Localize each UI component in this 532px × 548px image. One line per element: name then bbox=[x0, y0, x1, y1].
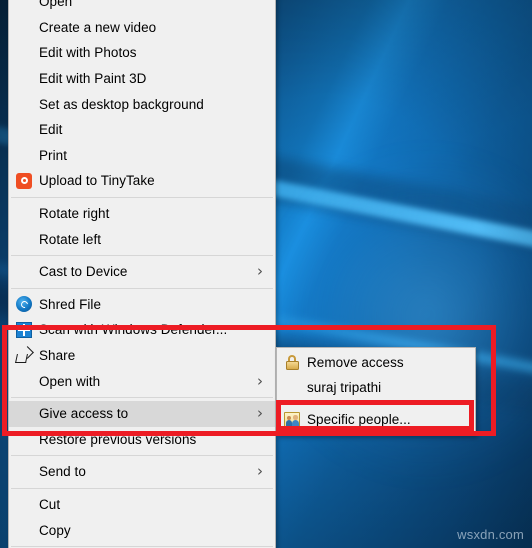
menu-item-label: Restore previous versions bbox=[39, 431, 197, 447]
screen: Open Create a new video Edit with Photos Ed… bbox=[0, 0, 532, 548]
menu-item-label: Shred File bbox=[39, 296, 102, 312]
menu-item-label: Specific people... bbox=[307, 412, 411, 427]
lock-icon-glyph bbox=[285, 355, 299, 370]
menu-separator bbox=[11, 545, 273, 547]
menu-item-rotate-left[interactable]: Rotate left bbox=[9, 226, 275, 252]
menu-separator bbox=[11, 287, 273, 289]
menu-item-copy[interactable]: Copy bbox=[9, 517, 275, 543]
give-access-to-submenu[interactable]: Remove access suraj tripathi Specific peop… bbox=[276, 347, 476, 436]
menu-item-open-with[interactable]: Open with › bbox=[9, 368, 275, 394]
menu-item-label: Rotate left bbox=[39, 231, 102, 247]
menu-item-rotate-right[interactable]: Rotate right bbox=[9, 201, 275, 227]
menu-item-shred-file[interactable]: Shred File bbox=[9, 292, 275, 318]
menu-item-set-as-desktop-background[interactable]: Set as desktop background bbox=[9, 91, 275, 117]
menu-item-label: Cut bbox=[39, 496, 61, 512]
menu-item-upload-to-tinytake[interactable]: Upload to TinyTake bbox=[9, 168, 275, 194]
menu-item-give-access-to[interactable]: Give access to › bbox=[9, 400, 275, 427]
menu-item-label: Give access to bbox=[39, 406, 129, 422]
lock-icon bbox=[277, 355, 307, 370]
share-icon-glyph bbox=[15, 345, 34, 363]
people-icon-glyph bbox=[284, 412, 300, 427]
menu-item-scan-with-windows-defender[interactable]: Scan with Windows Defender... bbox=[9, 317, 275, 343]
tinytake-icon-glyph bbox=[16, 172, 32, 189]
menu-item-label: Copy bbox=[39, 522, 71, 538]
menu-item-cast-to-device[interactable]: Cast to Device › bbox=[9, 259, 275, 285]
menu-item-send-to[interactable]: Send to › bbox=[9, 459, 275, 485]
menu-separator bbox=[11, 254, 273, 256]
menu-item-create-a-new-video[interactable]: Create a new video bbox=[9, 15, 275, 41]
menu-item-label: Open with bbox=[39, 373, 101, 389]
menu-item-label: Upload to TinyTake bbox=[39, 173, 155, 189]
menu-item-label: Print bbox=[39, 147, 68, 163]
chevron-right-icon: › bbox=[257, 371, 263, 390]
menu-item-label: Create a new video bbox=[39, 19, 157, 35]
menu-item-label: Share bbox=[39, 348, 76, 364]
menu-item-label: Open bbox=[39, 0, 73, 10]
menu-item-label: Send to bbox=[39, 464, 86, 480]
menu-item-label: Remove access bbox=[307, 355, 404, 370]
menu-item-label: Edit bbox=[39, 122, 63, 138]
menu-item-edit-with-paint-3d[interactable]: Edit with Paint 3D bbox=[9, 66, 275, 92]
menu-item-suraj-tripathi[interactable]: suraj tripathi bbox=[277, 375, 475, 400]
site-watermark: wsxdn.com bbox=[457, 527, 524, 542]
menu-separator bbox=[11, 487, 273, 489]
menu-item-label: Scan with Windows Defender... bbox=[39, 322, 228, 338]
menu-item-share[interactable]: Share bbox=[9, 343, 275, 369]
menu-item-edit[interactable]: Edit bbox=[9, 117, 275, 143]
menu-item-cut[interactable]: Cut bbox=[9, 492, 275, 518]
chevron-right-icon: › bbox=[257, 462, 263, 481]
menu-item-label: Edit with Paint 3D bbox=[39, 71, 147, 87]
shield-icon bbox=[9, 321, 39, 338]
shred-icon-glyph bbox=[16, 296, 32, 313]
menu-item-label: suraj tripathi bbox=[307, 380, 382, 395]
menu-item-label: Rotate right bbox=[39, 206, 110, 222]
menu-item-label: Edit with Photos bbox=[39, 45, 137, 61]
menu-item-restore-previous-versions[interactable]: Restore previous versions bbox=[9, 427, 275, 453]
chevron-right-icon: › bbox=[257, 404, 263, 423]
menu-item-edit-with-photos[interactable]: Edit with Photos bbox=[9, 40, 275, 66]
menu-item-label: Set as desktop background bbox=[39, 96, 204, 112]
share-icon bbox=[9, 345, 39, 363]
menu-separator bbox=[279, 403, 473, 404]
tinytake-icon bbox=[9, 172, 39, 189]
menu-separator bbox=[11, 196, 273, 198]
menu-separator bbox=[11, 455, 273, 457]
menu-item-specific-people[interactable]: Specific people... bbox=[277, 407, 475, 432]
chevron-right-icon: › bbox=[257, 262, 263, 281]
shred-icon bbox=[9, 296, 39, 313]
menu-item-print[interactable]: Print bbox=[9, 143, 275, 169]
shield-icon-glyph bbox=[16, 321, 32, 338]
menu-item-remove-access[interactable]: Remove access bbox=[277, 350, 475, 375]
file-explorer-context-menu[interactable]: Open Create a new video Edit with Photos Ed… bbox=[8, 0, 276, 548]
menu-separator bbox=[11, 396, 273, 398]
people-icon bbox=[277, 412, 307, 427]
menu-item-label: Cast to Device bbox=[39, 264, 128, 280]
menu-item-open[interactable]: Open bbox=[9, 0, 275, 15]
